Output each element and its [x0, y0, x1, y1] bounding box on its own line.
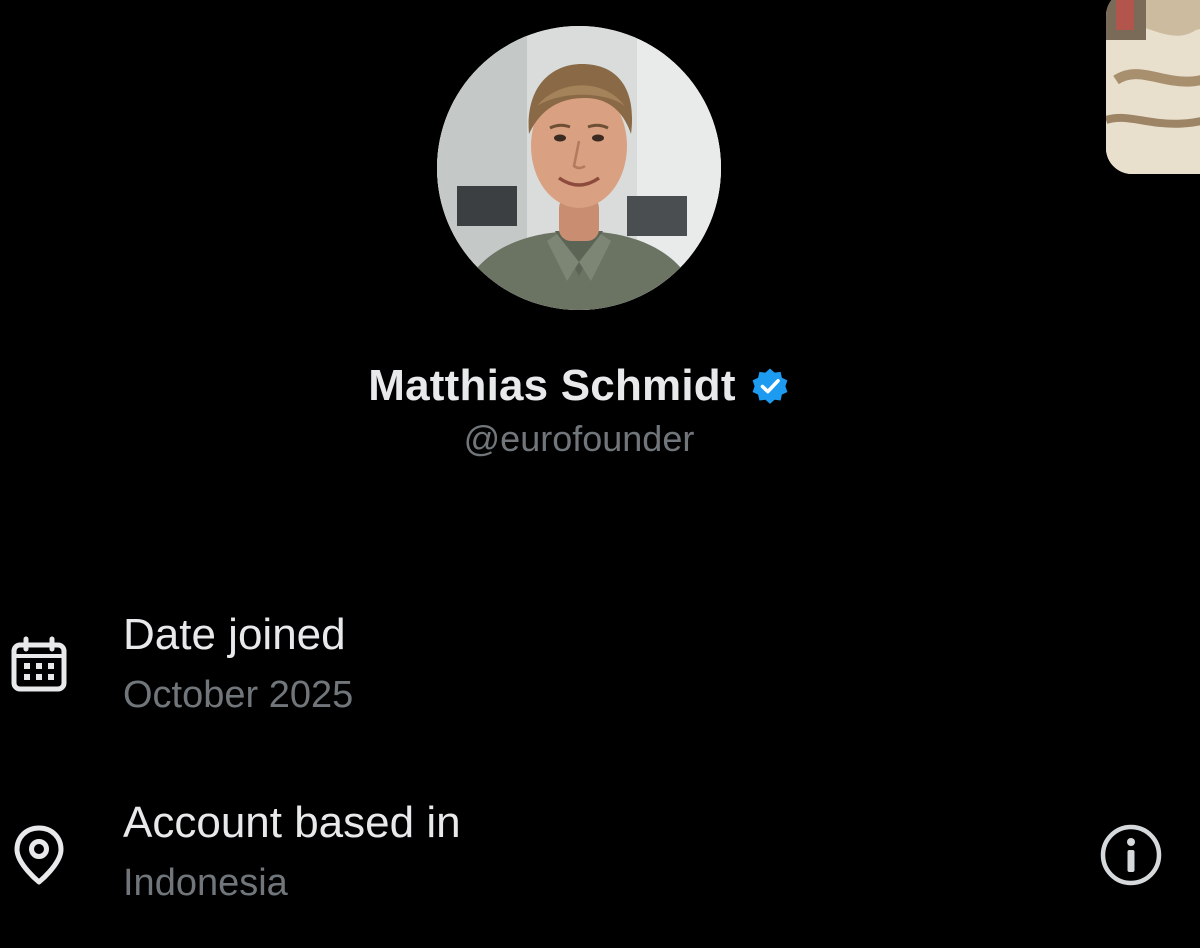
verified-badge-icon[interactable]	[750, 366, 790, 406]
account-based-in-row: Account based in Indonesia	[0, 798, 1200, 908]
profile-avatar[interactable]	[437, 26, 721, 310]
info-icon[interactable]	[1098, 822, 1164, 888]
date-joined-title: Date joined	[123, 610, 346, 659]
profile-identity: Matthias Schmidt @eurofounder	[0, 356, 1158, 460]
account-based-in-title: Account based in	[123, 798, 461, 847]
display-name: Matthias Schmidt	[368, 361, 736, 410]
date-joined-value: October 2025	[123, 674, 354, 716]
partial-image-thumbnail[interactable]	[1106, 0, 1200, 174]
name-row: Matthias Schmidt	[368, 356, 789, 416]
calendar-icon	[10, 636, 68, 694]
location-pin-icon	[10, 824, 68, 885]
date-joined-row: Date joined October 2025	[0, 610, 1200, 720]
profile-handle: @eurofounder	[463, 418, 695, 459]
account-based-in-value: Indonesia	[123, 862, 288, 904]
